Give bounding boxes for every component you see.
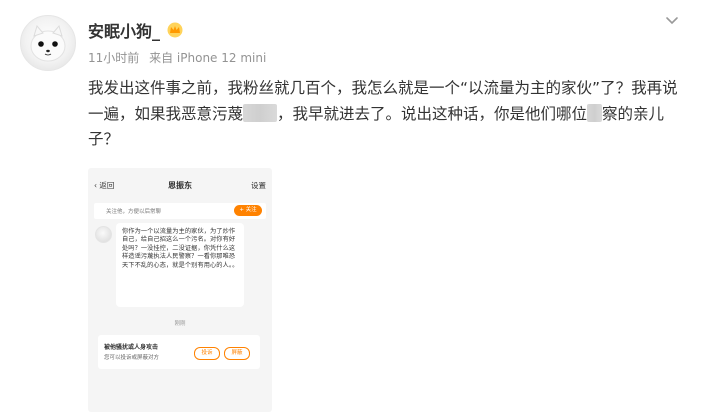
cat-avatar-image bbox=[30, 24, 66, 62]
sender-avatar bbox=[95, 226, 112, 243]
user-name[interactable]: 安眠小狗_ bbox=[88, 18, 160, 42]
follow-bar: 关注他，方便以后常聊 + 关注 bbox=[94, 203, 266, 219]
report-subtitle: 您可以投诉或屏蔽对方 bbox=[104, 355, 160, 361]
report-card: 被他骚扰或人身攻击 您可以投诉或屏蔽对方 投诉 屏蔽 bbox=[98, 335, 260, 369]
message-text: 你作为一个以流量为主的家伙，为了炒作自己，给自己招这么一个污名。对你有好处吗？一… bbox=[122, 228, 239, 269]
post-time[interactable]: 11小时前 bbox=[88, 51, 139, 65]
post-text-part-2: ，我早就进去了。说出这种话，你是他们哪位 bbox=[277, 104, 588, 123]
censored-blur bbox=[587, 103, 603, 122]
follow-hint: 关注他，方便以后常聊 bbox=[106, 209, 162, 215]
report-button: 投诉 bbox=[194, 347, 220, 360]
post-source: 来自 iPhone 12 mini bbox=[149, 51, 267, 65]
follow-button: + 关注 bbox=[234, 205, 262, 216]
post-meta: 11小时前 来自 iPhone 12 mini bbox=[88, 49, 272, 66]
message-time: 刚刚 bbox=[174, 321, 186, 327]
settings-link: 设置 bbox=[251, 181, 266, 190]
embedded-screenshot[interactable]: ‹ 返回 恩振东 设置 关注他，方便以后常聊 + 关注 你作为一个以流量为主的家… bbox=[88, 168, 272, 412]
message-bubble: 你作为一个以流量为主的家伙，为了炒作自己，给自己招这么一个污名。对你有好处吗？一… bbox=[116, 223, 244, 307]
chat-title: 恩振东 bbox=[168, 181, 192, 190]
chevron-down-icon[interactable] bbox=[663, 12, 681, 30]
chat-nav-bar: ‹ 返回 恩振东 设置 bbox=[88, 168, 272, 204]
crown-icon bbox=[167, 22, 183, 38]
block-button: 屏蔽 bbox=[224, 347, 250, 360]
user-name-row: 安眠小狗_ bbox=[88, 18, 184, 42]
user-avatar[interactable] bbox=[20, 15, 76, 71]
report-title: 被他骚扰或人身攻击 bbox=[104, 344, 159, 351]
post-content: 我发出这件事之前，我粉丝就几百个，我怎么就是一个“以流量为主的家伙”了？我再说一… bbox=[88, 76, 688, 153]
censored-blur bbox=[243, 103, 278, 122]
